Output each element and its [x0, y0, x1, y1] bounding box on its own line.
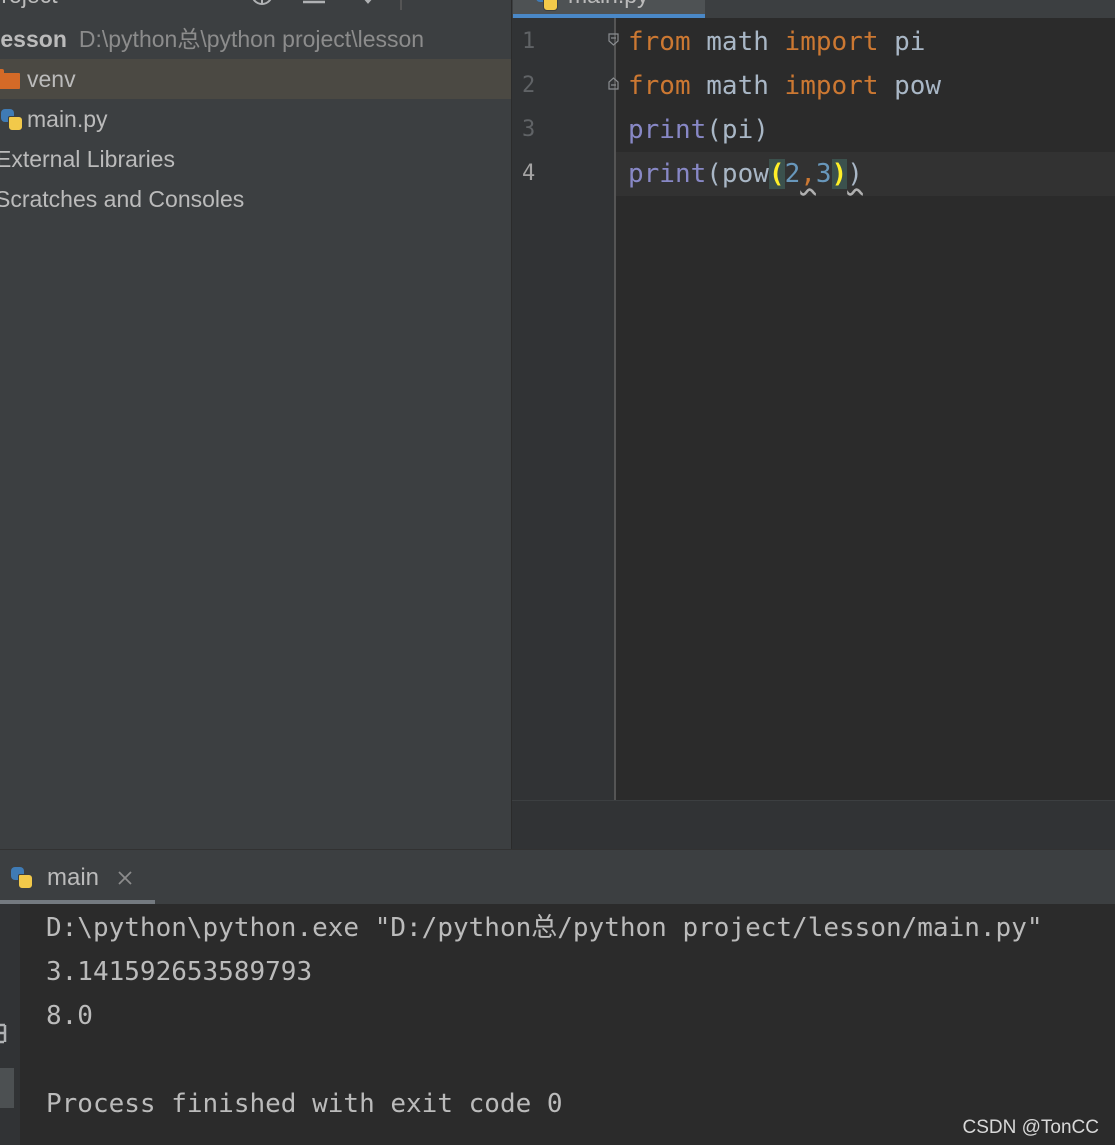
tab-label: main.py [568, 0, 649, 9]
code-token-plain: pi [878, 27, 926, 57]
console-output-line: Process finished with exit code 0 [46, 1089, 563, 1119]
console-output-line: 8.0 [46, 1001, 93, 1031]
line-number[interactable]: 1 [522, 20, 552, 64]
pin-icon[interactable] [0, 1068, 14, 1108]
folder-icon [0, 69, 20, 89]
soft-wrap-icon[interactable] [0, 1022, 8, 1046]
root-folder-name: lesson [0, 26, 67, 52]
editor-footer [512, 800, 1115, 849]
tree-item-label: venv [27, 66, 76, 92]
tree-item-scratches-and-consoles[interactable]: Scratches and Consoles [0, 179, 511, 219]
code-token-plain: math [690, 27, 785, 57]
code-token-comma: , [800, 159, 816, 189]
project-panel-header: Project [0, 0, 511, 18]
run-tab-main[interactable]: main [0, 850, 155, 904]
python-run-icon [10, 866, 33, 889]
editor-tab-bar: main.py [512, 0, 1115, 18]
locate-file-icon[interactable] [251, 0, 273, 6]
line-number[interactable]: 3 [522, 108, 552, 152]
code-token-keyword: from [628, 71, 691, 101]
root-folder-path: D:\python总\python project\lesson [78, 26, 425, 52]
code-token-number: 3 [815, 159, 832, 189]
python-file-icon [0, 108, 23, 131]
console-output-line: 3.141592653589793 [46, 957, 313, 987]
tree-item-label: main.py [27, 106, 108, 132]
project-panel-title[interactable]: Project [0, 0, 58, 9]
code-token-builtin: print [628, 159, 707, 189]
code-token-builtin: print [628, 115, 707, 145]
project-panel: Project lesson D:\python总\python project\… [0, 0, 511, 849]
code-token-brace: ( [768, 159, 785, 189]
expand-icon[interactable] [357, 0, 379, 6]
collapse-all-icon[interactable] [303, 0, 325, 6]
code-editor[interactable]: main.py 1234 from math import pifrom mat… [512, 0, 1115, 849]
code-token-plain: math [690, 71, 785, 101]
code-token-brace: ) [831, 159, 848, 189]
fold-start-icon[interactable] [608, 33, 619, 46]
tree-item-main-py[interactable]: main.py [0, 99, 511, 139]
tree-item-external-libraries[interactable]: External Libraries [0, 139, 511, 179]
tree-item-label: External Libraries [0, 146, 175, 172]
line-number[interactable]: 4 [522, 152, 552, 196]
tree-root-lesson[interactable]: lesson D:\python总\python project\lesson [0, 19, 511, 59]
fold-end-icon[interactable] [608, 77, 619, 90]
code-line[interactable]: from math import pi [628, 20, 925, 64]
close-icon[interactable] [116, 869, 134, 887]
run-tab-label: main [47, 864, 100, 891]
code-token-squiggle: ) [847, 159, 863, 189]
tree-item-label: Scratches and Consoles [0, 186, 245, 212]
run-toolbar [0, 904, 20, 1145]
toolbar-separator [400, 0, 402, 10]
code-token-keyword: import [784, 27, 879, 57]
run-console[interactable]: D:\python\python.exe "D:/python总/python … [0, 904, 1115, 1145]
code-token-keyword: import [784, 71, 879, 101]
code-line[interactable]: print(pow(2,3)) [628, 152, 863, 196]
code-token-plain: (pi) [706, 115, 769, 145]
code-token-plain: (pow [706, 159, 769, 189]
code-token-number: 2 [784, 159, 801, 189]
tab-main-py[interactable]: main.py [513, 0, 705, 18]
code-token-keyword: from [628, 27, 691, 57]
watermark: CSDN @TonCC [962, 1117, 1099, 1138]
line-number[interactable]: 2 [522, 64, 552, 108]
code-line[interactable]: print(pi) [628, 108, 769, 152]
settings-icon[interactable] [421, 0, 443, 6]
code-token-plain: pow [878, 71, 942, 101]
python-file-icon [535, 0, 558, 11]
tree-item-venv[interactable]: venv [0, 59, 511, 99]
console-output-line: D:\python\python.exe "D:/python总/python … [46, 913, 1043, 943]
code-line[interactable]: from math import pow [628, 64, 941, 108]
run-tab-bar: main [0, 850, 1115, 904]
gutter-separator [614, 18, 616, 800]
